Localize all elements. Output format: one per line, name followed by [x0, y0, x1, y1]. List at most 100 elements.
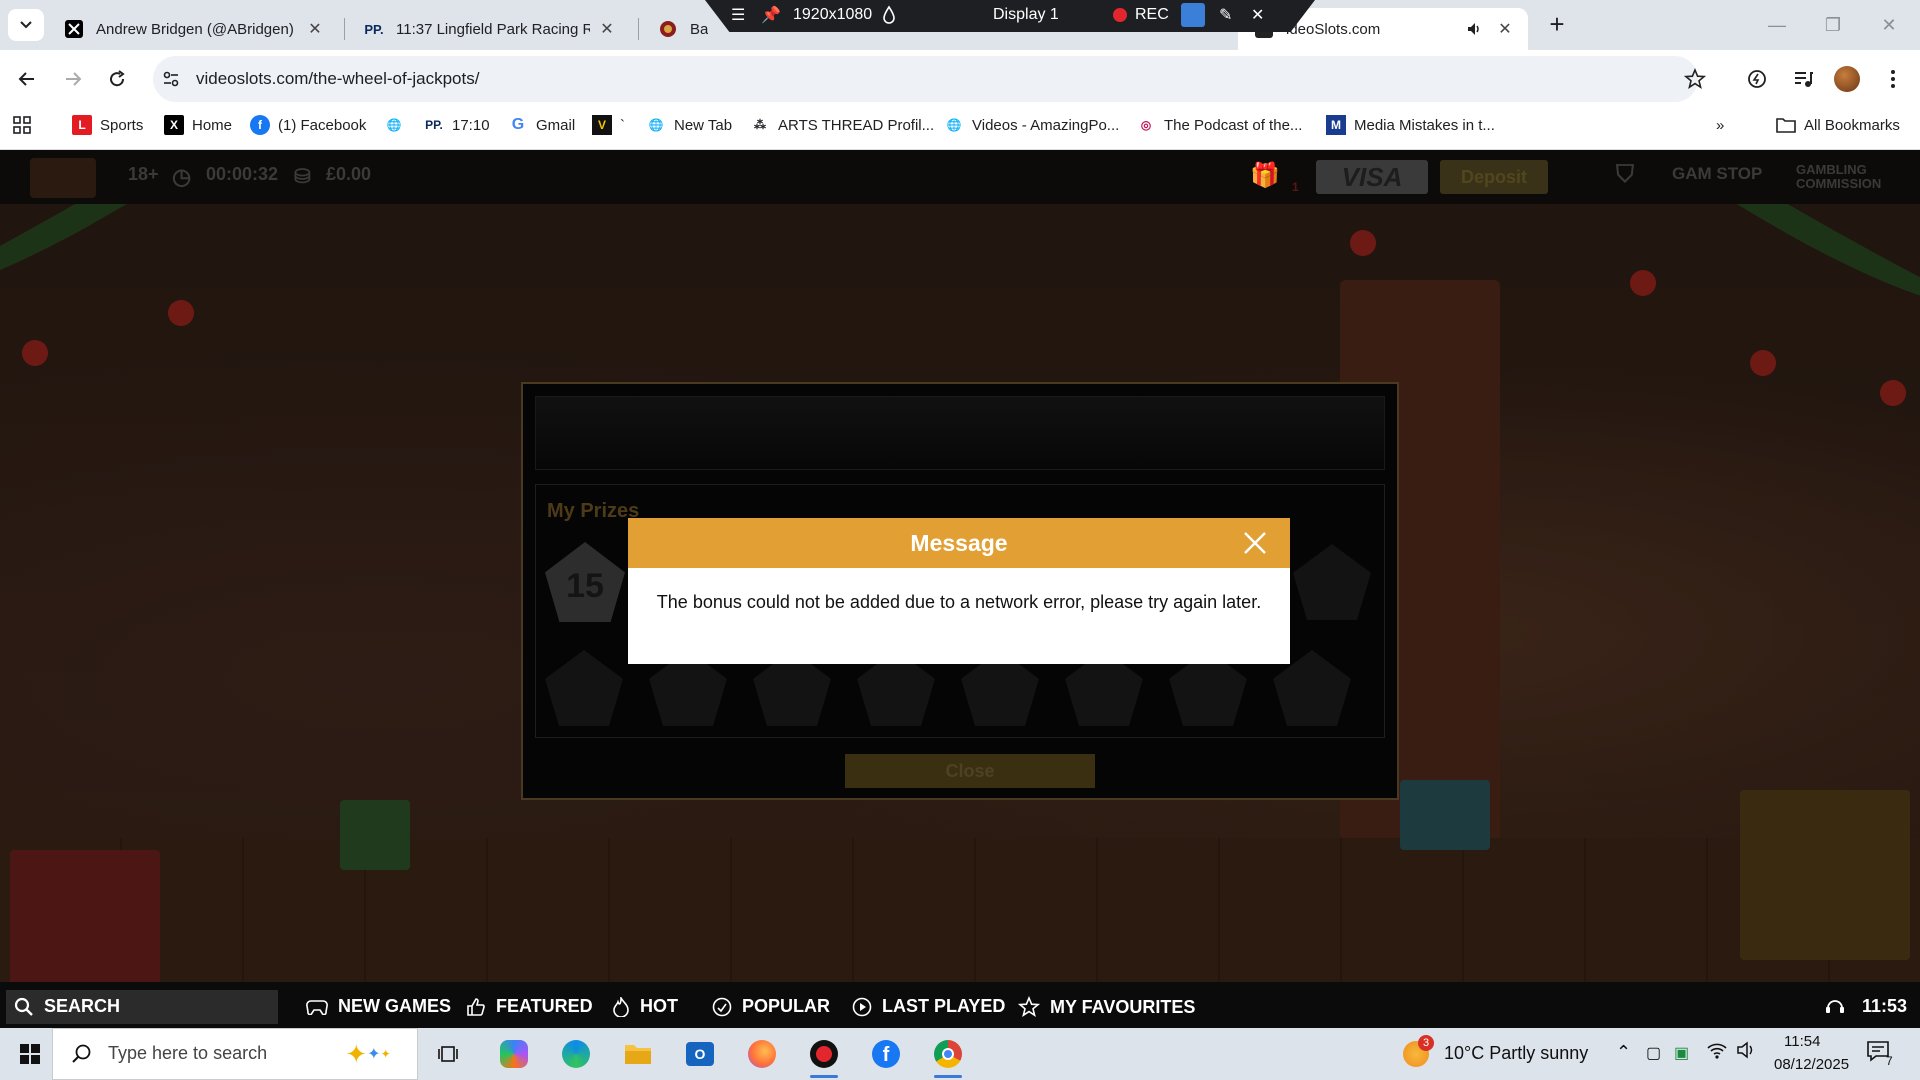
bookmark-gmail[interactable]: G Gmail — [508, 112, 575, 138]
media-controls-icon[interactable] — [1786, 62, 1820, 96]
performance-icon[interactable] — [1740, 62, 1774, 96]
wifi-icon[interactable] — [1706, 1041, 1728, 1064]
message-dialog-title: Message — [910, 530, 1008, 556]
popular-icon — [712, 997, 732, 1017]
more-menu-icon[interactable] — [1876, 62, 1910, 96]
close-window-button[interactable]: ✕ — [1866, 10, 1912, 40]
gamepad-icon — [306, 999, 328, 1015]
edge-icon[interactable] — [556, 1036, 596, 1072]
site-search-label[interactable]: SEARCH — [14, 996, 120, 1017]
tab-battle[interactable]: Battl — [642, 8, 722, 50]
chevron-up-icon[interactable]: ⌃ — [1616, 1042, 1631, 1063]
task-view-icon[interactable] — [428, 1036, 468, 1072]
prizes-close-button[interactable]: Close — [845, 754, 1095, 788]
bookmark-pp[interactable]: PP. 17:10 — [424, 112, 489, 138]
avatar[interactable] — [1830, 62, 1864, 96]
tab-twitter[interactable]: Andrew Bridgen (@ABridgen) / ✕ — [48, 8, 338, 50]
device-icon[interactable]: ▢ — [1646, 1043, 1661, 1063]
apps-grid-icon[interactable] — [12, 112, 32, 138]
rec-label[interactable]: REC — [1135, 6, 1169, 24]
balance: £0.00 — [326, 164, 372, 184]
bookmark-videos[interactable]: 🌐 Videos - AmazingPo... — [944, 112, 1120, 138]
visa-logo[interactable]: VISA — [1316, 160, 1428, 194]
gambling-commission-line1[interactable]: GAMBLING — [1796, 162, 1867, 177]
back-button[interactable] — [10, 62, 44, 96]
all-bookmarks[interactable]: All Bookmarks — [1776, 112, 1900, 138]
star-icon[interactable] — [1678, 62, 1712, 96]
close-icon[interactable]: ✕ — [1496, 19, 1514, 39]
flame-icon — [612, 996, 630, 1017]
gift-decoration — [10, 850, 160, 990]
recorder-app-icon[interactable] — [804, 1036, 844, 1078]
reload-button[interactable] — [100, 62, 134, 96]
copilot-app-icon[interactable] — [494, 1036, 534, 1072]
nav-featured[interactable]: FEATURED — [466, 996, 593, 1017]
clock-icon: ◷ — [172, 164, 192, 189]
bookmark-v[interactable]: V ` — [592, 112, 625, 138]
resolution-label: 1920x1080 — [793, 6, 873, 23]
display-label: Display 1 — [993, 6, 1059, 23]
windows-start-button[interactable] — [10, 1036, 50, 1072]
bookmark-home[interactable]: X Home — [164, 112, 232, 138]
nav-last-played[interactable]: LAST PLAYED — [852, 996, 1005, 1017]
tab-title: 11:37 Lingfield Park Racing Res — [396, 20, 590, 38]
bookmark-globe[interactable]: 🌐 — [384, 112, 412, 138]
new-tab-button[interactable]: + — [1542, 10, 1572, 40]
site-info-icon[interactable] — [154, 62, 188, 96]
speaker-icon[interactable] — [1464, 19, 1484, 39]
bookmark-facebook[interactable]: f (1) Facebook — [250, 112, 366, 138]
close-icon[interactable]: ✕ — [1251, 5, 1264, 25]
bookmark-podcast[interactable]: ◎ The Podcast of the... — [1136, 112, 1303, 138]
bookmarks-overflow-icon[interactable]: » — [1716, 112, 1724, 138]
globe-icon: 🌐 — [648, 118, 664, 132]
weather-text[interactable]: 10°C Partly sunny — [1444, 1043, 1588, 1064]
url-text[interactable]: videoslots.com/the-wheel-of-jackpots/ — [196, 69, 479, 89]
battery-icon[interactable]: ▣ — [1674, 1043, 1689, 1063]
close-icon[interactable] — [1240, 528, 1270, 558]
back-arrow-icon — [18, 72, 34, 86]
bookmark-media-mistakes[interactable]: M Media Mistakes in t... — [1326, 112, 1495, 138]
pencil-icon[interactable]: ✎ — [1219, 5, 1232, 25]
menu-icon[interactable]: ☰ — [731, 5, 745, 25]
bookmark-sports[interactable]: L Sports — [72, 112, 143, 138]
copilot-sparkle-icon[interactable]: ✦ ✦ ✦ — [328, 1036, 408, 1072]
firefox-icon[interactable] — [742, 1036, 782, 1072]
volume-icon[interactable] — [1736, 1041, 1756, 1064]
taskbar-date[interactable]: 08/12/2025 — [1774, 1056, 1849, 1073]
chrome-icon[interactable] — [928, 1036, 968, 1078]
tab-title: Battl — [690, 20, 708, 38]
nav-my-favourites[interactable]: MY FAVOURITES — [1018, 996, 1195, 1018]
gamstop-logo[interactable]: GAM STOP — [1672, 164, 1762, 184]
close-icon[interactable]: ✕ — [306, 19, 324, 39]
forward-button[interactable] — [56, 62, 90, 96]
pin-icon[interactable]: 📌 — [761, 5, 781, 25]
gambling-commission-line2[interactable]: COMMISSION — [1796, 176, 1881, 191]
globe-icon: 🌐 — [386, 118, 402, 132]
gift-icon[interactable]: 🎁 — [1250, 161, 1280, 190]
site-header: 18+ ◷ 00:00:32 ⛁ £0.00 🎁 1 ⛉ GAM STOP GA… — [0, 150, 1920, 204]
bauble-decoration — [168, 300, 194, 326]
minimize-button[interactable]: — — [1754, 10, 1800, 40]
nav-new-games[interactable]: NEW GAMES — [306, 996, 451, 1017]
nav-popular[interactable]: POPULAR — [712, 996, 830, 1017]
restore-button[interactable]: ❐ — [1810, 10, 1856, 40]
file-explorer-icon[interactable] — [618, 1036, 658, 1072]
bookmark-new-tab[interactable]: 🌐 New Tab — [646, 112, 733, 138]
facebook-icon[interactable]: f — [866, 1036, 906, 1072]
deposit-button[interactable]: Deposit — [1440, 160, 1548, 194]
support-icon[interactable] — [1824, 996, 1846, 1018]
tab-racing[interactable]: PP. 11:37 Lingfield Park Racing Res ✕ — [348, 8, 630, 50]
shield-icon[interactable]: ⛉ — [1616, 161, 1634, 189]
outlook-icon[interactable]: O — [680, 1036, 720, 1072]
history-icon — [852, 997, 872, 1017]
close-icon[interactable]: ✕ — [598, 19, 616, 39]
bauble-decoration — [1350, 230, 1376, 256]
bookmark-arts-thread[interactable]: ⁂ ARTS THREAD Profil... — [750, 112, 934, 138]
tab-search-button[interactable] — [8, 9, 44, 41]
videoslots-logo[interactable] — [30, 158, 96, 198]
taskbar-time[interactable]: 11:54 — [1784, 1033, 1820, 1050]
camera-icon[interactable] — [1181, 3, 1205, 27]
nav-hot[interactable]: HOT — [612, 996, 678, 1017]
gift-count-badge: 1 — [1292, 180, 1299, 194]
drop-icon[interactable] — [881, 5, 897, 30]
